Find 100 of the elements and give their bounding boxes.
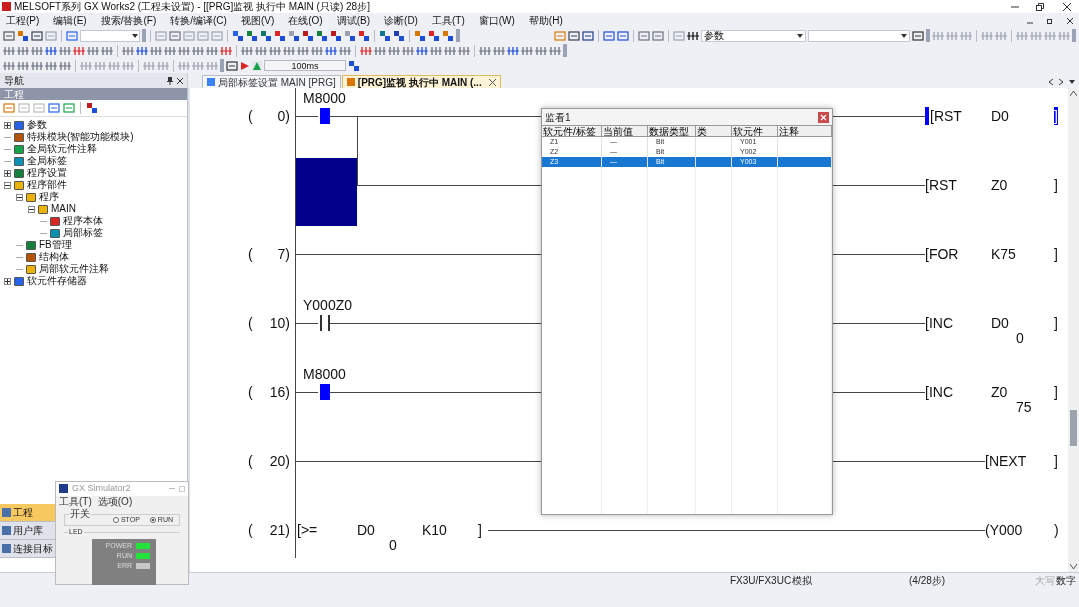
coil-label: (Y000 [985,521,1023,539]
navigation-button[interactable]: 连接目标 [0,540,55,558]
expand-box-icon[interactable] [4,169,11,177]
bracket: ] [1054,383,1058,401]
section-title: 工程 [4,88,24,100]
tree-item[interactable]: 参数 [27,119,47,131]
scroll-up-icon[interactable] [1070,91,1077,96]
collapse-box-icon[interactable] [28,205,35,213]
maximize-icon[interactable] [179,485,185,492]
scroll-down-icon[interactable] [1070,564,1077,569]
menu-item[interactable]: 调试(B) [336,14,371,27]
instruction-operand: K75 [991,245,1016,263]
instruction-operand: D0 [991,314,1009,332]
menu-item[interactable]: 搜索/替换(F) [100,14,157,27]
tree-item[interactable]: 全局标签 [27,155,67,167]
pin-icon[interactable] [167,76,173,85]
instruction-operand: Z0 [991,176,1008,194]
editor-tab[interactable]: 局部标签设置 MAIN [PRG] [202,75,341,88]
play-icon[interactable] [240,60,250,71]
tree-item[interactable]: 程序设置 [27,167,67,179]
menu-item[interactable]: 转换/编译(C) [170,14,227,27]
status-text: 模拟 [792,575,812,586]
instruction-label: [RST [925,107,962,125]
step-number: 0) [277,107,290,125]
ladder-wire [295,323,318,324]
status-text: 数字 [1056,575,1076,586]
tree-item[interactable]: FB管理 [39,239,72,251]
navigation-button[interactable]: 工程 [0,504,55,522]
scroll-left-icon[interactable] [1049,78,1053,85]
close-icon[interactable] [177,77,183,84]
collapse-box-icon[interactable] [4,181,11,189]
menu-item[interactable]: 诊断(D) [384,14,418,27]
dropdown-field[interactable] [80,29,141,42]
menu-item[interactable]: 选项(O) [97,495,133,508]
tree-item[interactable]: 特殊模块(智能功能模块) [27,131,134,143]
dropdown-field[interactable]: 参数 [701,29,807,42]
device-label: M8000 [303,365,346,383]
close-icon[interactable] [1067,17,1073,24]
navigation-button[interactable]: 用户库 [0,522,55,540]
column-header[interactable]: 当前值 [602,126,648,136]
tree-item[interactable]: 程序本体 [63,215,103,227]
expand-box-icon[interactable] [4,121,11,129]
menu-item[interactable]: 工程(P) [6,14,40,27]
close-icon[interactable] [488,78,496,86]
caret-icon [901,33,907,38]
tree-item[interactable]: 全局软元件注释 [27,143,97,155]
bracket: ) [1054,521,1059,539]
instruction-operand: D0 [991,107,1009,125]
tree-item[interactable]: 程序 [39,191,59,203]
editor-tab[interactable]: [PRG]监视 执行中 MAIN (... [341,75,501,88]
menu-item[interactable]: 在线(O) [288,14,323,27]
bracket: ] [1054,107,1058,125]
menu-item[interactable]: 窗口(W) [478,14,515,27]
restore-icon[interactable] [1047,17,1053,24]
ladder-wire [295,116,318,117]
caret-icon[interactable] [1069,79,1075,84]
column-header[interactable]: 数据类型 [648,126,696,136]
tree-item[interactable]: 局部标签 [63,227,103,239]
close-icon[interactable] [1063,2,1071,11]
menu-item[interactable]: 编辑(E) [53,14,87,27]
triangle-icon[interactable] [252,60,262,71]
scroll-right-icon[interactable] [1059,78,1063,85]
step-paren: ( [248,245,253,263]
app-icon [59,484,68,494]
monitor-value: 75 [1016,398,1032,416]
instruction-label: [INC [925,383,953,401]
collapse-box-icon[interactable] [16,193,23,201]
step-paren: ( [248,521,253,539]
menu-item[interactable]: 视图(V) [240,14,275,27]
column-header[interactable]: 软元件/标签 [542,126,602,136]
tree-item[interactable]: 局部软元件注释 [39,263,109,275]
restore-icon[interactable] [1036,2,1044,11]
tree-item[interactable]: MAIN [51,203,76,215]
app-logo-icon [2,2,11,11]
monitor-value: 0 [389,536,397,554]
column-header[interactable]: 类 [696,126,732,136]
window-title: 监看1 [545,110,571,125]
dropdown-value: 参数 [704,30,725,41]
menu-item[interactable]: 工具(T) [59,495,92,508]
interval-value: 100ms [291,60,319,71]
instruction-label: [FOR [925,245,959,263]
tree-item[interactable]: 软元件存储器 [27,275,87,287]
scroll-thumb[interactable] [1070,410,1077,446]
vertical-scrollbar[interactable] [1068,88,1079,572]
step-number: 16) [269,383,290,401]
instruction-label: [INC [925,314,953,332]
tree-item[interactable]: 结构体 [39,251,69,263]
expand-box-icon[interactable] [4,277,11,285]
menu-item[interactable]: 帮助(H) [528,14,563,27]
interval-field[interactable]: 100ms [264,60,346,71]
column-header[interactable]: 注释 [778,126,832,136]
minimize-icon[interactable] [169,488,175,490]
dropdown-field[interactable] [808,29,910,42]
instruction-label: [NEXT [985,452,1027,470]
menu-item[interactable]: 工具(T) [431,14,465,27]
status-text: FX3U/FX3UC [730,575,792,586]
step-paren: ( [248,452,253,470]
column-header[interactable]: 软元件 [732,126,778,136]
close-button[interactable] [818,111,829,123]
tree-item[interactable]: 程序部件 [27,179,67,191]
